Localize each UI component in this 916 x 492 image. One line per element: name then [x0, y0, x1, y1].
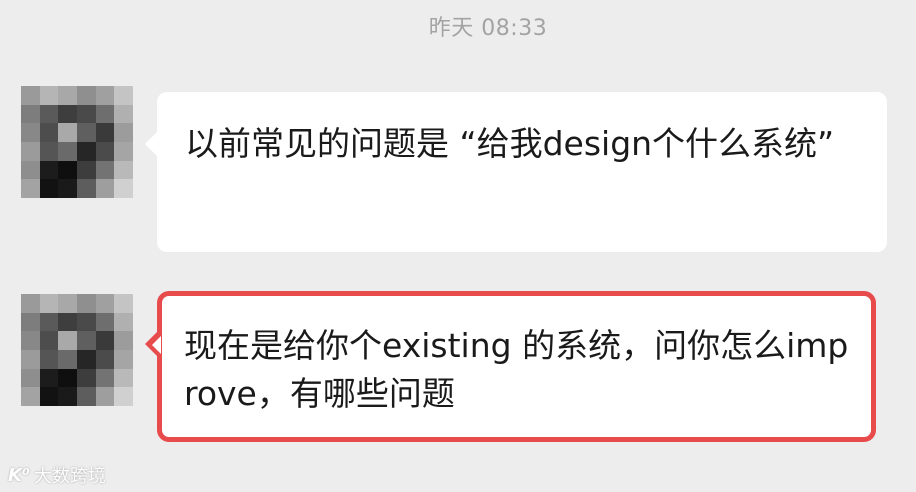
avatar-pixel: [114, 368, 133, 388]
avatar-pixel: [95, 123, 115, 142]
chat-timestamp: 昨天 08:33: [428, 16, 548, 41]
avatar-pixel: [58, 387, 77, 406]
avatar-pixel: [95, 368, 115, 388]
avatar-pixel: [95, 294, 115, 313]
avatar-pixel: [21, 349, 40, 369]
avatar-pixel: [39, 294, 59, 313]
message-bubble[interactable]: 以前常见的问题是 “给我design个什么系统”: [145, 92, 887, 252]
avatar-pixel: [114, 349, 133, 369]
avatar-pixel: [39, 141, 59, 161]
avatar-pixel: [39, 331, 59, 350]
avatar-pixel: [76, 349, 96, 369]
message-text: 以前常见的问题是 “给我design个什么系统”: [185, 124, 835, 163]
avatar-pixel: [95, 160, 115, 180]
avatar-pixel: [114, 312, 133, 332]
avatar-pixel: [39, 312, 59, 332]
avatar-pixel: [95, 331, 115, 350]
avatar-pixel: [21, 104, 40, 124]
avatar-pixel: [95, 179, 115, 198]
avatar-pixel: [21, 368, 40, 388]
avatar-pixel: [21, 387, 40, 406]
avatar-pixel: [58, 294, 77, 313]
avatar-pixel: [21, 141, 40, 161]
watermark: K⁰ 大数跨境: [8, 462, 106, 488]
avatar-pixel: [39, 349, 59, 369]
avatar-pixel: [114, 104, 133, 124]
avatar-pixel: [21, 86, 40, 105]
avatar-pixel: [39, 104, 59, 124]
avatar-pixel: [114, 331, 133, 350]
avatar-pixel: [114, 141, 133, 161]
avatar-pixel: [21, 294, 40, 313]
avatar-pixel: [21, 312, 40, 332]
message-text: 现在是给你个existing 的系统，问你怎么improve，有哪些问题: [184, 326, 849, 413]
avatar-pixel: [76, 123, 96, 142]
avatar-pixel: [58, 368, 77, 388]
avatar-pixel: [114, 86, 133, 105]
watermark-text: 大数跨境: [33, 466, 106, 487]
watermark-logo-icon: K⁰: [8, 464, 30, 486]
avatar-pixel: [95, 141, 115, 161]
avatar-pixel: [76, 368, 96, 388]
avatar-pixel: [58, 349, 77, 369]
avatar-pixel: [58, 104, 77, 124]
avatar-pixel: [39, 387, 59, 406]
avatar-pixel: [114, 294, 133, 313]
contact-avatar[interactable]: [21, 86, 133, 198]
avatar-pixel: [76, 179, 96, 198]
avatar-pixel: [21, 160, 40, 180]
avatar-pixel: [76, 294, 96, 313]
avatar-pixel: [76, 312, 96, 332]
avatar-pixel: [76, 160, 96, 180]
contact-avatar[interactable]: [21, 294, 133, 406]
avatar-pixel: [58, 331, 77, 350]
avatar-pixel: [21, 179, 40, 198]
avatar-pixel: [58, 141, 77, 161]
avatar-pixel: [39, 123, 59, 142]
avatar-pixel: [114, 160, 133, 180]
avatar-pixel: [58, 123, 77, 142]
avatar-pixel: [76, 86, 96, 105]
avatar-pixel: [95, 312, 115, 332]
avatar-pixel: [39, 86, 59, 105]
avatar-pixel: [95, 387, 115, 406]
avatar-pixel: [76, 331, 96, 350]
avatar-pixel: [58, 160, 77, 180]
avatar-pixel: [58, 312, 77, 332]
avatar-pixel: [39, 160, 59, 180]
avatar-pixel: [21, 331, 40, 350]
avatar-pixel: [114, 387, 133, 406]
avatar-pixel: [114, 179, 133, 198]
avatar-pixel: [76, 104, 96, 124]
avatar-pixel: [58, 179, 77, 198]
avatar-pixel: [39, 179, 59, 198]
avatar-pixel: [95, 86, 115, 105]
avatar-pixel: [21, 123, 40, 142]
avatar-pixel: [95, 104, 115, 124]
message-bubble-highlighted[interactable]: 现在是给你个existing 的系统，问你怎么improve，有哪些问题: [145, 291, 876, 442]
avatar-pixel: [76, 387, 96, 406]
avatar-pixel: [76, 141, 96, 161]
avatar-pixel: [58, 86, 77, 105]
avatar-pixel: [95, 349, 115, 369]
avatar-pixel: [114, 123, 133, 142]
avatar-pixel: [39, 368, 59, 388]
